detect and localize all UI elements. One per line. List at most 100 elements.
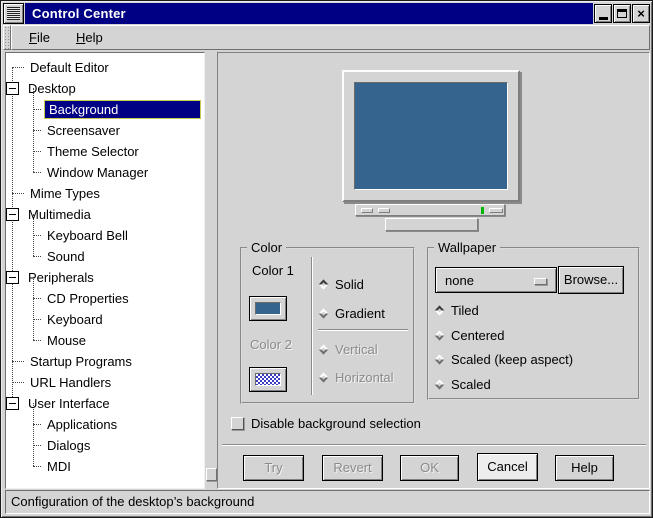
radio-label: Horizontal [335,370,394,385]
radio-solid[interactable]: Solid [320,277,364,292]
ok-button[interactable]: OK [400,455,459,481]
tree-connector [12,382,24,383]
color2-swatch [255,373,281,386]
disable-background-selection-checkbox[interactable]: Disable background selection [231,416,421,431]
tree-connector [33,235,41,236]
radio-off-icon [435,331,445,341]
tree-item-background[interactable]: Background [6,99,201,120]
tree-item-label: Desktop [25,80,79,97]
tree-item-label: Startup Programs [27,353,135,370]
tree-item-label: Dialogs [44,437,93,454]
radio-scaled-keep-aspect[interactable]: Scaled (keep aspect) [436,352,573,367]
tree-item-label: URL Handlers [27,374,114,391]
tree-item-label: Keyboard Bell [44,227,131,244]
collapse-icon[interactable] [6,82,19,95]
help-button[interactable]: Help [555,455,614,481]
tree-item-multimedia[interactable]: Multimedia [6,204,201,225]
monitor-button-icon [361,208,373,213]
tree-item-default-editor[interactable]: Default Editor [6,57,201,78]
tree-item-screensaver[interactable]: Screensaver [6,120,201,141]
window-menu-button[interactable] [3,3,24,24]
tree-connector [33,319,41,320]
radio-label: Solid [335,277,364,292]
wallpaper-section: Wallpaper none Browse... Tiled Centered … [427,247,640,400]
cancel-button[interactable]: Cancel [477,453,538,481]
wallpaper-dropdown-value: none [445,273,474,288]
tree-item-desktop[interactable]: Desktop [6,78,201,99]
tree-item-applications[interactable]: Applications [6,414,201,435]
titlebar: Control Center × [3,3,650,24]
radio-off-icon [319,309,329,319]
monitor-power-button-icon [489,208,503,213]
close-icon: × [637,7,645,20]
minimize-icon [599,17,608,20]
paned-resize-handle[interactable] [206,468,217,481]
window-title: Control Center [32,6,126,21]
monitor-screen-preview [354,82,508,190]
radio-off-icon [319,373,329,383]
titlebar-drag-area[interactable]: Control Center [25,3,593,24]
menu-file[interactable]: File [20,27,59,48]
try-button[interactable]: Try [243,455,304,481]
background-capplet-panel: Color Color 1 Color 2 Solid Gradient Ver… [217,52,650,489]
tree-item-mime-types[interactable]: Mime Types [6,183,201,204]
checkbox-unchecked-icon [231,417,244,430]
tree-item-label: Peripherals [25,269,97,286]
tree-item-label: Sound [44,248,88,265]
tree-item-window-manager[interactable]: Window Manager [6,162,201,183]
tree-item-mouse[interactable]: Mouse [6,330,201,351]
tree-item-startup-programs[interactable]: Startup Programs [6,351,201,372]
monitor-base [355,204,505,216]
radio-on-icon [319,280,329,290]
color2-picker-button[interactable] [249,367,287,392]
tree-connector [33,172,41,173]
tree-connector [33,340,41,341]
tree-item-label: CD Properties [44,290,132,307]
wallpaper-dropdown[interactable]: none [435,267,557,293]
tree-item-theme-selector[interactable]: Theme Selector [6,141,201,162]
monitor-power-led [481,207,484,214]
radio-scaled[interactable]: Scaled [436,377,491,392]
radio-gradient[interactable]: Gradient [320,306,385,321]
tree-item-user-interface[interactable]: User Interface [6,393,201,414]
menu-help[interactable]: Help [67,27,112,48]
collapse-icon[interactable] [6,397,19,410]
vertical-separator [311,257,313,395]
close-button[interactable]: × [632,4,650,23]
status-bar: Configuration of the desktop’s backgroun… [5,490,650,514]
tree-item-dialogs[interactable]: Dialogs [6,435,201,456]
button-area-separator [222,444,646,446]
collapse-icon[interactable] [6,271,19,284]
tree-connector [33,109,41,110]
tree-connector [12,67,24,68]
maximize-button[interactable] [613,4,631,23]
collapse-icon[interactable] [6,208,19,221]
tree-item-keyboard[interactable]: Keyboard [6,309,201,330]
frame-grip[interactable] [3,25,11,50]
color1-picker-button[interactable] [249,296,287,321]
tree-item-url-handlers[interactable]: URL Handlers [6,372,201,393]
radio-on-icon [435,306,445,316]
color2-label: Color 2 [250,337,292,352]
minimize-button[interactable] [594,4,612,23]
tree-item-sound[interactable]: Sound [6,246,201,267]
tree-connector [33,424,41,425]
radio-centered[interactable]: Centered [436,328,504,343]
tree-item-peripherals[interactable]: Peripherals [6,267,201,288]
tree-item-cd-properties[interactable]: CD Properties [6,288,201,309]
tree-connector [12,193,24,194]
tree-connector [33,151,41,152]
tree-item-label: Multimedia [25,206,94,223]
browse-button[interactable]: Browse... [558,266,624,294]
tree-connector [33,130,41,131]
radio-tiled[interactable]: Tiled [436,303,479,318]
tree-item-keyboard-bell[interactable]: Keyboard Bell [6,225,201,246]
tree-item-mdi[interactable]: MDI [6,456,201,477]
status-text: Configuration of the desktop’s backgroun… [11,494,254,509]
wallpaper-section-title: Wallpaper [434,240,500,255]
revert-button[interactable]: Revert [322,455,383,481]
category-tree: Default Editor Desktop Background Screen… [6,53,204,488]
tree-item-label: Mime Types [27,185,103,202]
monitor-stand [385,218,478,231]
radio-label: Scaled [451,377,491,392]
